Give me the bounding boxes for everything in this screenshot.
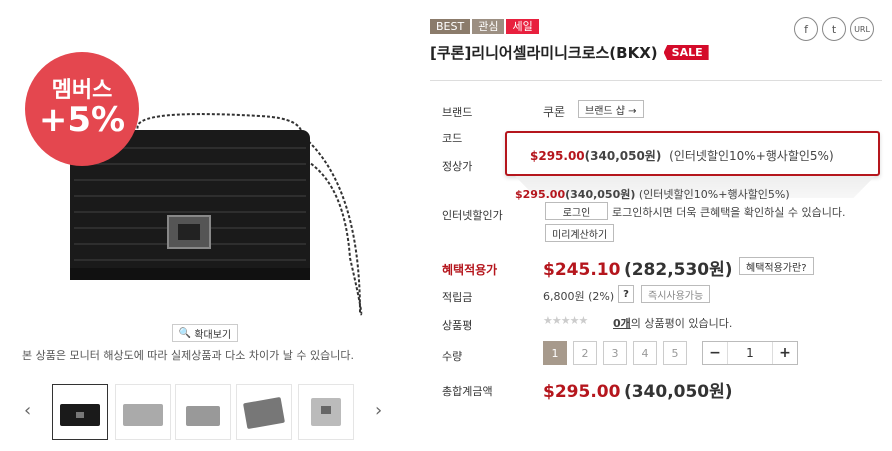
regular-price-krw: (340,050원) [584,149,662,163]
brand-value[interactable]: 쿠론 [543,103,565,120]
benefit-price-krw: (282,530원) [623,260,733,280]
tag-best: BEST [430,19,471,34]
thumbnail-4[interactable] [236,384,292,440]
total-price-row: $295.00 (340,050원) [543,377,733,402]
benefit-help-button[interactable]: 혜택적용가란? [739,257,814,275]
zoom-button[interactable]: 🔍 확대보기 [172,324,238,342]
divider [430,80,882,81]
points-help-button[interactable]: ? [618,285,634,303]
product-tags: BEST 관심 세일 [430,19,539,34]
quantity-label: 수량 [442,350,463,363]
regular-discount-note: (인터넷할인10%+행사할인5%) [669,149,834,163]
regular-price-usd: $295.00 [530,149,585,163]
internet-price-krw: (340,050원) [565,188,636,201]
points-value: 6,800원 (2%) [543,290,615,303]
product-title-row: [쿠론]리니어셀라미니크로스(BKX) SALE [430,42,709,63]
sale-badge: SALE [663,45,709,60]
qty-option-3[interactable]: 3 [603,341,627,365]
magnifier-icon: 🔍 [178,327,192,339]
regular-price-row: $295.00(340,050원) (인터넷할인10%+행사할인5%) [530,147,834,164]
internet-price-label: 인터넷할인가 [442,209,503,222]
quantity-stepper: − 1 + [702,341,798,365]
thumb-prev-arrow-icon[interactable]: ‹ [24,400,31,421]
benefit-price-label: 혜택적용가 [442,263,498,277]
qty-option-1[interactable]: 1 [543,341,567,365]
login-button[interactable]: 로그인 [545,202,608,220]
tag-sale: 세일 [506,19,539,34]
url-share-icon[interactable]: URL [850,17,874,41]
login-message: 로그인하시면 더욱 큰혜택을 확인하실 수 있습니다. [612,206,846,219]
thumbnail-5[interactable] [298,384,354,440]
review-count-link[interactable]: 0개 [613,317,631,330]
precalc-button[interactable]: 미리계산하기 [545,224,615,242]
total-price-krw: (340,050원) [623,382,733,402]
facebook-share-icon[interactable]: f [794,17,818,41]
benefit-price-usd: $245.10 [543,260,621,280]
review-label: 상품평 [442,319,473,332]
image-disclaimer: 본 상품은 모니터 해상도에 따라 실제상품과 다소 차이가 날 수 있습니다. [22,349,354,362]
badge-line2: +5% [38,100,126,140]
zoom-button-label: 확대보기 [194,329,232,341]
internet-discount-note: (인터넷할인10%+행사할인5%) [638,188,790,201]
thumbnail-2[interactable] [115,384,171,440]
benefit-price-row: $245.10 (282,530원) [543,255,733,280]
thumb-next-arrow-icon[interactable]: › [375,400,382,421]
review-stars-icon: ★★★★★ [543,314,588,327]
thumbnail-1[interactable] [52,384,108,440]
code-label: 코드 [442,132,463,145]
twitter-share-icon[interactable]: t [822,17,846,41]
total-label: 총합계금액 [442,385,493,398]
qty-plus-button[interactable]: + [773,345,797,361]
tag-interest: 관심 [472,19,505,34]
qty-minus-button[interactable]: − [703,345,727,361]
qty-option-2[interactable]: 2 [573,341,597,365]
brand-shop-button[interactable]: 브랜드 샵 → [578,100,644,118]
review-summary: 0개의 상품평이 있습니다. [613,315,732,331]
points-label: 적립금 [442,291,473,304]
thumbnail-3[interactable] [175,384,231,440]
internet-price-usd: $295.00 [515,188,566,201]
qty-option-4[interactable]: 4 [633,341,657,365]
total-price-usd: $295.00 [543,382,621,402]
internet-price-row: $295.00(340,050원) (인터넷할인10%+행사할인5%) [515,186,790,202]
brand-label: 브랜드 [442,106,473,119]
qty-value-input[interactable]: 1 [727,342,773,364]
members-discount-badge: 멤버스 +5% [25,52,139,166]
product-title: [쿠론]리니어셀라미니크로스(BKX) [430,44,658,62]
review-message: 의 상품평이 있습니다. [630,317,733,330]
regular-price-label: 정상가 [442,160,473,173]
qty-option-5[interactable]: 5 [663,341,687,365]
points-instant-button[interactable]: 즉시사용가능 [641,285,711,303]
